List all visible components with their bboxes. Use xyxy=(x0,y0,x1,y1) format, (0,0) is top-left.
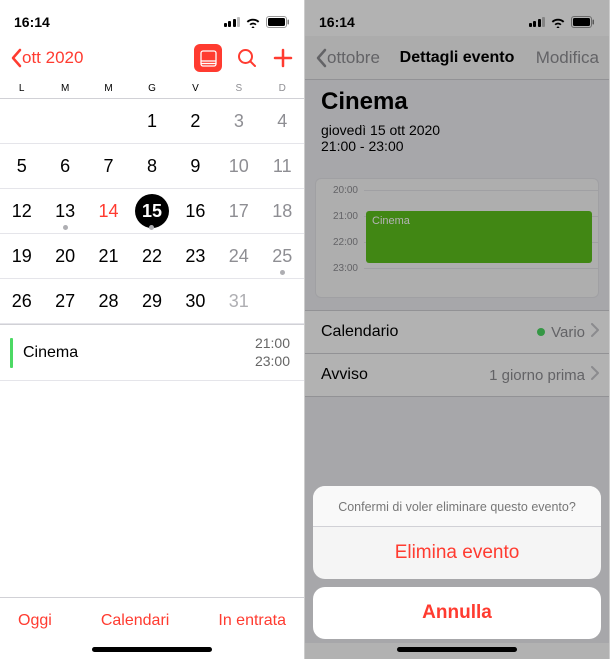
status-right xyxy=(224,16,291,28)
status-time: 16:14 xyxy=(319,14,355,30)
day-cell[interactable]: 23 xyxy=(174,234,217,278)
calendar-dot-icon xyxy=(537,328,545,336)
list-view-button[interactable] xyxy=(194,44,222,72)
day-cell[interactable]: 7 xyxy=(87,144,130,188)
calendar-row[interactable]: Calendario Vario xyxy=(305,310,609,354)
day-cell[interactable]: 19 xyxy=(0,234,43,278)
timeline-event[interactable]: Cinema xyxy=(366,211,592,263)
day-cell[interactable]: 18 xyxy=(261,189,304,233)
day-cell[interactable]: 2 xyxy=(174,99,217,143)
chevron-right-icon xyxy=(591,366,599,384)
row-label: Avviso xyxy=(321,366,368,384)
calendar-grid: 1 2 3 4 5 6 7 8 9 10 11 12 13 14 15 16 1… xyxy=(0,99,304,324)
day-cell[interactable]: 20 xyxy=(43,234,86,278)
day-cell[interactable]: 27 xyxy=(43,279,86,323)
day-cell[interactable]: 24 xyxy=(217,234,260,278)
action-sheet: Confermi di voler eliminare questo event… xyxy=(313,486,601,639)
nav-bar: ottobre Dettagli evento Modifica xyxy=(305,36,609,80)
timeline: 20:00 21:00 22:00 23:00 Cinema xyxy=(315,178,599,298)
row-value: 1 giorno prima xyxy=(489,367,585,384)
wifi-icon xyxy=(550,16,566,28)
day-cell[interactable]: 1 xyxy=(130,99,173,143)
event-color-bar xyxy=(10,338,13,368)
cell-signal-icon xyxy=(529,17,546,27)
cell-signal-icon xyxy=(224,17,241,27)
cancel-button[interactable]: Annulla xyxy=(313,587,601,639)
calendars-button[interactable]: Calendari xyxy=(101,612,169,630)
battery-icon xyxy=(571,16,595,28)
day-cell[interactable]: 14 xyxy=(87,189,130,233)
weekday-header: L M M G V S D xyxy=(0,80,304,99)
day-cell[interactable]: 28 xyxy=(87,279,130,323)
day-cell[interactable]: 6 xyxy=(43,144,86,188)
today-button[interactable]: Oggi xyxy=(18,612,52,630)
day-cell[interactable]: 30 xyxy=(174,279,217,323)
edit-button[interactable]: Modifica xyxy=(536,48,599,68)
back-label: ott 2020 xyxy=(22,48,83,68)
bottom-toolbar: Oggi Calendari In entrata xyxy=(0,597,304,643)
event-list: Cinema 21:00 23:00 xyxy=(0,324,304,381)
status-bar: 16:14 xyxy=(305,0,609,36)
add-event-button[interactable] xyxy=(272,47,294,69)
inbox-button[interactable]: In entrata xyxy=(218,612,286,630)
calendar-month-screen: 16:14 ott 2020 xyxy=(0,0,305,659)
event-time: 21:00 - 23:00 xyxy=(321,138,593,154)
battery-icon xyxy=(266,16,290,28)
day-cell[interactable]: 21 xyxy=(87,234,130,278)
day-cell xyxy=(0,99,43,143)
row-label: Calendario xyxy=(321,323,398,341)
day-cell[interactable]: 17 xyxy=(217,189,260,233)
back-label: ottobre xyxy=(327,48,380,68)
day-cell[interactable]: 22 xyxy=(130,234,173,278)
event-item[interactable]: Cinema 21:00 23:00 xyxy=(0,325,304,381)
day-cell[interactable]: 12 xyxy=(0,189,43,233)
search-button[interactable] xyxy=(236,47,258,69)
day-cell xyxy=(87,99,130,143)
event-times: 21:00 23:00 xyxy=(255,335,290,370)
chevron-left-icon xyxy=(10,48,22,68)
chevron-left-icon xyxy=(315,48,327,68)
event-title: Cinema xyxy=(321,88,593,116)
event-header: Cinema giovedì 15 ott 2020 21:00 - 23:00 xyxy=(305,80,609,166)
day-cell[interactable]: 10 xyxy=(217,144,260,188)
day-cell[interactable]: 3 xyxy=(217,99,260,143)
status-bar: 16:14 xyxy=(0,0,304,36)
status-time: 16:14 xyxy=(14,14,50,30)
day-cell[interactable]: 4 xyxy=(261,99,304,143)
day-cell[interactable]: 13 xyxy=(43,189,86,233)
day-cell[interactable]: 26 xyxy=(0,279,43,323)
day-cell[interactable]: 11 xyxy=(261,144,304,188)
event-detail-screen: 16:14 ottobre Dettagli evento Modifica C… xyxy=(305,0,610,659)
back-button[interactable]: ott 2020 xyxy=(10,48,83,68)
day-cell[interactable]: 25 xyxy=(261,234,304,278)
row-value: Vario xyxy=(551,324,585,341)
back-button[interactable]: ottobre xyxy=(315,48,380,68)
day-cell-selected[interactable]: 15 xyxy=(130,189,173,233)
status-right xyxy=(529,16,596,28)
day-cell xyxy=(43,99,86,143)
home-indicator xyxy=(0,643,304,659)
day-cell[interactable]: 16 xyxy=(174,189,217,233)
wifi-icon xyxy=(245,16,261,28)
nav-bar: ott 2020 xyxy=(0,36,304,80)
delete-event-button[interactable]: Elimina evento xyxy=(313,527,601,579)
event-date: giovedì 15 ott 2020 xyxy=(321,122,593,138)
alert-row[interactable]: Avviso 1 giorno prima xyxy=(305,354,609,397)
home-indicator xyxy=(305,643,609,659)
sheet-message: Confermi di voler eliminare questo event… xyxy=(313,486,601,527)
day-cell[interactable]: 31 xyxy=(217,279,260,323)
day-cell[interactable]: 9 xyxy=(174,144,217,188)
day-cell[interactable]: 8 xyxy=(130,144,173,188)
event-title: Cinema xyxy=(23,344,255,362)
day-cell xyxy=(261,279,304,323)
chevron-right-icon xyxy=(591,323,599,341)
day-cell[interactable]: 5 xyxy=(0,144,43,188)
day-cell[interactable]: 29 xyxy=(130,279,173,323)
